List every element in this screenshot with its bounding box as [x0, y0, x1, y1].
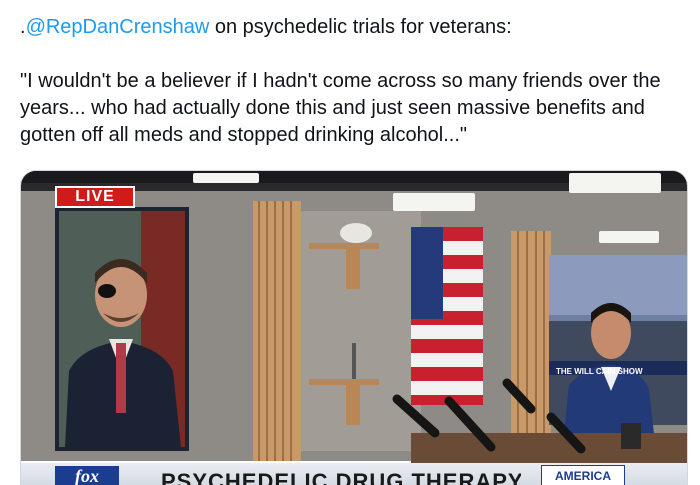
american-flag	[411, 227, 483, 405]
guest-monitor	[55, 207, 189, 451]
desk	[411, 433, 687, 463]
video-thumbnail[interactable]: LIVE THE WILL CAIN SHOW fox PSYCHEDELIC …	[20, 170, 688, 485]
tweet-intro-line: .@RepDanCrenshaw on psychedelic trials f…	[20, 14, 690, 41]
chyron-headline: PSYCHEDELIC DRUG THERAPY	[161, 469, 521, 485]
mug	[621, 423, 641, 449]
tweet-intro: on psychedelic trials for veterans:	[209, 16, 512, 38]
network-logo: fox	[55, 466, 119, 485]
live-badge: LIVE	[55, 186, 135, 208]
tweet-text: .@RepDanCrenshaw on psychedelic trials f…	[20, 14, 690, 149]
studio-scene	[21, 171, 687, 463]
mention-link[interactable]: @RepDanCrenshaw	[26, 16, 210, 38]
tweet-quote: "I wouldn't be a believer if I hadn't co…	[20, 70, 661, 146]
show-tag: AMERICA	[541, 465, 625, 485]
screen-text: THE WILL CAIN SHOW	[556, 367, 643, 376]
